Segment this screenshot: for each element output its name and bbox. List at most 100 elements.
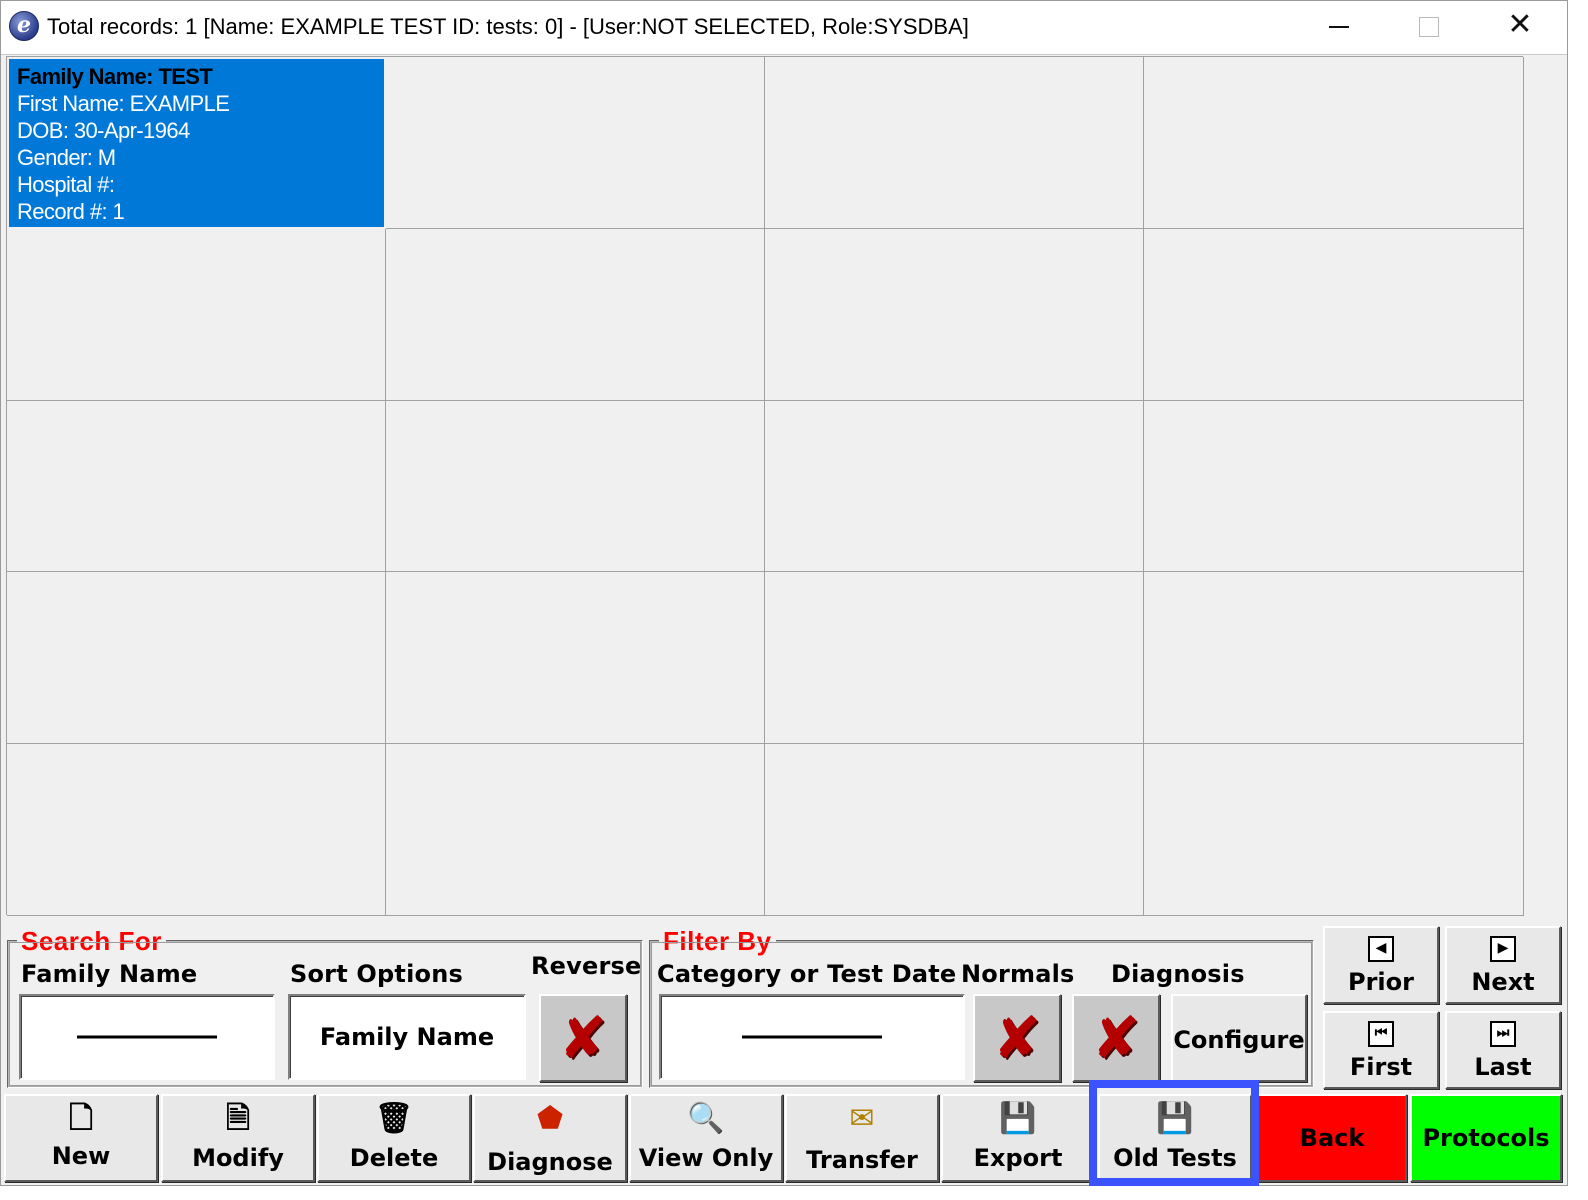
record-gender: Gender: M [17,145,116,170]
close-icon: ✕ [1507,7,1533,42]
delete-button[interactable]: 🗑 Delete [317,1094,471,1182]
next-button[interactable]: ▶ Next [1445,926,1561,1004]
new-label: New [51,1142,111,1170]
record-details: Family Name: TEST First Name: EXAMPLE DO… [17,63,230,225]
trash-icon: 🗑 [374,1101,414,1136]
record-family-name: Family Name: TEST [17,64,213,89]
empty-record-cell[interactable] [7,400,386,573]
diagnosis-toggle-button[interactable]: ✘ [1072,994,1160,1082]
diagnosis-label: Diagnosis [1111,960,1245,988]
search-group: Search For Family Name Sort Options Reve… [7,926,643,1088]
filter-group: Filter By Category or Test Date Normals … [649,926,1314,1088]
last-icon: ⏭ [1490,1021,1516,1047]
empty-record-cell[interactable] [765,400,1144,573]
x-mark-icon: ✘ [558,1004,608,1072]
x-mark-icon: ✘ [992,1004,1042,1072]
empty-record-cell[interactable] [7,228,386,401]
configure-label: Configure [1173,1026,1305,1054]
record-first-name: First Name: EXAMPLE [17,91,230,116]
delete-label: Delete [349,1144,439,1172]
empty-record-cell[interactable] [386,57,765,229]
normals-toggle-button[interactable]: ✘ [973,994,1061,1082]
back-button[interactable]: Back [1257,1094,1407,1182]
reverse-toggle-button[interactable]: ✘ [539,994,627,1082]
back-label: Back [1299,1124,1365,1152]
prior-label: Prior [1348,968,1414,996]
reverse-label: Reverse [531,952,642,980]
new-button[interactable]: 🗋 New [4,1094,158,1182]
family-name-label: Family Name [21,960,198,988]
app-logo-icon: e [9,11,39,41]
sort-options-label: Sort Options [290,960,463,988]
record-hospital: Hospital #: [17,172,115,197]
window-title: Total records: 1 [Name: EXAMPLE TEST ID:… [47,14,969,39]
last-button[interactable]: ⏭ Last [1445,1011,1561,1089]
family-name-search-input[interactable] [19,994,275,1080]
category-filter-input[interactable] [659,994,965,1080]
old-tests-button[interactable]: 💾 Old Tests [1098,1094,1252,1182]
new-document-icon: 🗋 [68,1101,94,1136]
protocols-button[interactable]: Protocols [1410,1094,1562,1182]
empty-value-dash [742,1035,882,1039]
modify-button[interactable]: 🗎 Modify [161,1094,315,1182]
category-label: Category or Test Date [657,960,957,988]
sort-options-select[interactable]: Family Name [288,994,526,1080]
magnifier-document-icon: 🔍 [687,1101,725,1136]
records-grid: Family Name: TEST First Name: EXAMPLE DO… [6,56,1524,916]
prior-button[interactable]: ◀ Prior [1323,926,1439,1004]
empty-record-cell[interactable] [1144,57,1524,229]
empty-record-cell[interactable] [1144,572,1524,745]
main-window: e Total records: 1 [Name: EXAMPLE TEST I… [0,0,1568,1186]
empty-record-cell[interactable] [386,744,765,916]
normals-label: Normals [961,960,1075,988]
empty-record-cell[interactable] [386,400,765,573]
title-bar: e Total records: 1 [Name: EXAMPLE TEST I… [1,1,1567,55]
floppy-arrow-icon: 💾 [1156,1101,1194,1136]
empty-record-cell[interactable] [765,744,1144,916]
next-icon: ▶ [1490,936,1516,962]
modify-label: Modify [192,1144,284,1172]
filter-legend: Filter By [659,926,776,957]
x-mark-icon: ✘ [1091,1004,1141,1072]
close-button[interactable]: ✕ [1475,1,1565,51]
empty-record-cell[interactable] [7,744,386,916]
empty-record-cell[interactable] [1144,400,1524,573]
modify-document-icon: 🗎 [225,1101,251,1136]
last-label: Last [1474,1053,1532,1081]
transfer-label: Transfer [806,1146,918,1174]
floppy-disk-icon: 💾 [999,1101,1037,1136]
maximize-button[interactable] [1383,1,1473,51]
view-only-button[interactable]: 🔍 View Only [629,1094,783,1182]
export-label: Export [973,1144,1063,1172]
empty-record-cell[interactable] [765,572,1144,745]
empty-record-cell[interactable] [765,57,1144,229]
view-only-label: View Only [638,1144,774,1172]
diagnose-shapes-icon: ⬟ [536,1101,564,1136]
next-label: Next [1471,968,1535,996]
export-button[interactable]: 💾 Export [941,1094,1095,1182]
empty-record-cell[interactable] [1144,228,1524,401]
sort-options-value: Family Name [319,1023,495,1051]
empty-record-cell[interactable] [1144,744,1524,916]
empty-record-cell[interactable] [386,228,765,401]
prior-icon: ◀ [1368,936,1394,962]
first-label: First [1349,1053,1413,1081]
empty-record-cell[interactable] [386,572,765,745]
diagnose-label: Diagnose [487,1148,613,1176]
record-number: Record #: 1 [17,199,125,224]
first-icon: ⏮ [1368,1021,1394,1047]
old-tests-label: Old Tests [1113,1144,1237,1172]
first-button[interactable]: ⏮ First [1323,1011,1439,1089]
empty-record-cell[interactable] [7,572,386,745]
record-card[interactable]: Family Name: TEST First Name: EXAMPLE DO… [9,59,384,227]
configure-button[interactable]: Configure [1171,994,1307,1082]
folder-mail-icon: ✉ [849,1101,875,1136]
transfer-button[interactable]: ✉ Transfer [785,1094,939,1182]
empty-value-dash [77,1035,217,1039]
record-dob: DOB: 30-Apr-1964 [17,118,190,143]
empty-record-cell[interactable] [765,228,1144,401]
diagnose-button[interactable]: ⬟ Diagnose [473,1094,627,1182]
minimize-button[interactable] [1293,1,1383,51]
protocols-label: Protocols [1422,1124,1550,1152]
search-legend: Search For [17,926,166,957]
